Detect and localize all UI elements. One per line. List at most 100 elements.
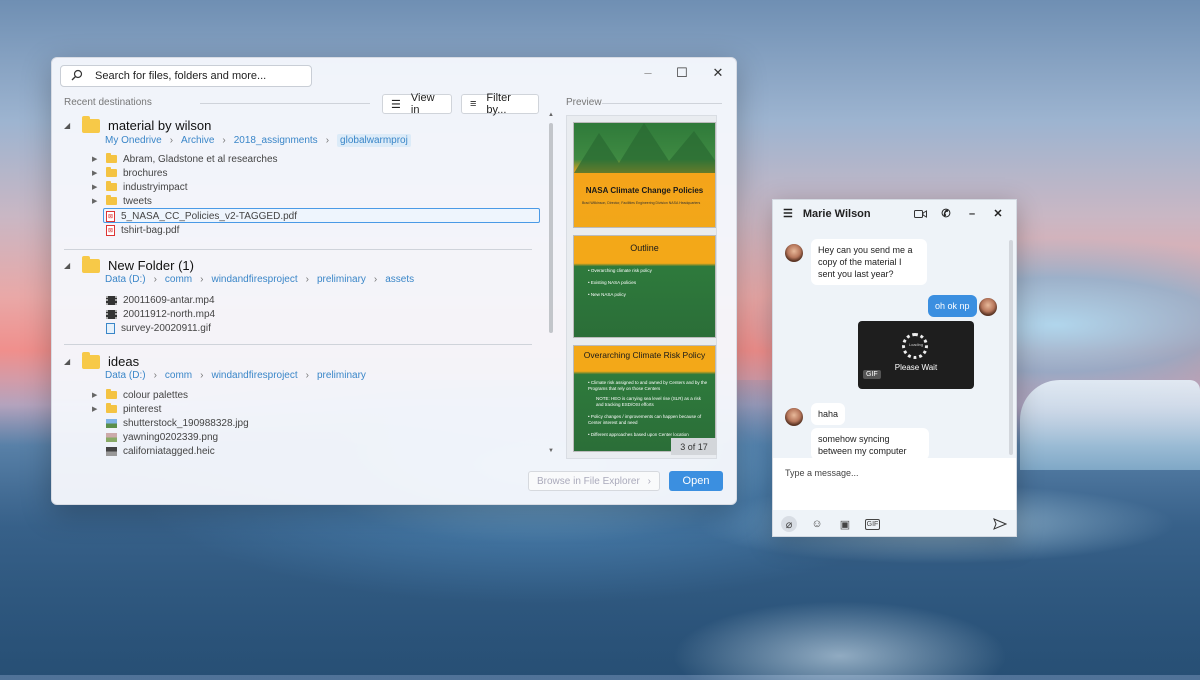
crumb[interactable]: windandfiresproject bbox=[211, 274, 297, 285]
minimize-icon[interactable]: – bbox=[964, 206, 980, 222]
video-call-icon[interactable] bbox=[912, 206, 928, 222]
folder-icon bbox=[82, 351, 100, 369]
scroll-down-icon[interactable]: ▼ bbox=[548, 448, 554, 454]
slide-title: NASA Climate Change Policies bbox=[585, 186, 704, 195]
folder-icon bbox=[82, 255, 100, 273]
group-new-folder[interactable]: ◢ New Folder (1) bbox=[64, 255, 194, 273]
group-material-by-wilson[interactable]: ◢ material by wilson bbox=[64, 115, 211, 133]
slide-bullet: • Policy changes / improvements can happ… bbox=[588, 414, 702, 425]
crumb[interactable]: My Onedrive bbox=[105, 135, 162, 146]
expand-icon[interactable]: ▶ bbox=[92, 155, 100, 163]
list-item[interactable]: californiatagged.heic bbox=[106, 444, 215, 458]
pdf-icon: ⊠ bbox=[106, 224, 115, 236]
attach-icon[interactable]: ⌀ bbox=[781, 516, 797, 532]
message-bubble: somehow syncing between my computer and … bbox=[811, 428, 929, 458]
expand-icon[interactable]: ▶ bbox=[92, 169, 100, 177]
list-item[interactable]: ⊠ 5_NASA_CC_Policies_v2-TAGGED.pdf bbox=[106, 209, 297, 223]
phone-icon[interactable]: ✆ bbox=[938, 206, 954, 222]
list-item[interactable]: 20011912-north.mp4 bbox=[106, 307, 215, 321]
list-item[interactable]: ▶ industryimpact bbox=[92, 180, 187, 194]
list-item[interactable]: ▶ pinterest bbox=[92, 402, 161, 416]
gif-message[interactable]: Loading Please Wait GIF bbox=[858, 321, 974, 389]
message-input[interactable]: Type a message... bbox=[773, 458, 1016, 510]
send-icon[interactable] bbox=[992, 516, 1008, 532]
list-item[interactable]: yawning0202339.png bbox=[106, 430, 218, 444]
expand-icon[interactable]: ▶ bbox=[92, 197, 100, 205]
background-ice-shelf bbox=[1020, 380, 1200, 470]
list-item[interactable]: 20011609-antar.mp4 bbox=[106, 293, 215, 307]
file-picker-window: Search for files, folders and more... – … bbox=[51, 57, 737, 505]
message-bubble: Hey can you send me a copy of the materi… bbox=[811, 239, 927, 285]
list-item[interactable]: shutterstock_190988328.jpg bbox=[106, 416, 249, 430]
preview-pane: NASA Climate Change Policies Brad Wilkin… bbox=[566, 115, 717, 459]
divider bbox=[64, 344, 532, 345]
crumb[interactable]: 2018_assignments bbox=[234, 135, 318, 146]
emoji-icon[interactable]: ☺ bbox=[809, 516, 825, 532]
list-item[interactable]: ▶ Abram, Gladstone et al researches bbox=[92, 152, 278, 166]
message-bubble-mine: oh ok np bbox=[928, 295, 977, 317]
crumb[interactable]: globalwarmproj bbox=[337, 134, 411, 147]
slide-title: Outline bbox=[630, 243, 659, 253]
folder-icon bbox=[106, 153, 117, 163]
chat-window: ☰ Marie Wilson ✆ – ✕ Hey can you send me… bbox=[772, 199, 1017, 537]
crumb[interactable]: comm bbox=[165, 370, 192, 381]
scrollbar[interactable]: ▲ ▼ bbox=[548, 112, 554, 454]
close-icon[interactable]: ✕ bbox=[990, 206, 1006, 222]
collapse-icon[interactable]: ◢ bbox=[64, 261, 74, 270]
search-input[interactable]: Search for files, folders and more... bbox=[95, 70, 266, 82]
group-ideas[interactable]: ◢ ideas bbox=[64, 351, 139, 369]
maximize-icon[interactable]: ☐ bbox=[672, 66, 692, 80]
scroll-up-icon[interactable]: ▲ bbox=[548, 112, 554, 118]
chat-scrollbar[interactable] bbox=[1009, 240, 1013, 455]
expand-icon[interactable]: ▶ bbox=[92, 405, 100, 413]
crumb[interactable]: comm bbox=[165, 274, 192, 285]
sticker-icon[interactable]: ▣ bbox=[837, 516, 853, 532]
chat-header: ☰ Marie Wilson ✆ – ✕ bbox=[773, 200, 1016, 227]
chat-toolbar: ⌀ ☺ ▣ GIF bbox=[773, 512, 1016, 536]
close-icon[interactable]: ✕ bbox=[708, 66, 728, 80]
chevron-right-icon: › bbox=[647, 475, 651, 487]
list-item[interactable]: ▶ colour palettes bbox=[92, 388, 188, 402]
crumb[interactable]: Archive bbox=[181, 135, 214, 146]
expand-icon[interactable]: ▶ bbox=[92, 183, 100, 191]
slide-thumbnail-2[interactable]: Outline • Overarching climate risk polic… bbox=[573, 235, 716, 338]
filter-button[interactable]: ≡ Filter by... bbox=[461, 92, 539, 116]
list-item[interactable]: ▶ brochures bbox=[92, 166, 167, 180]
crumb[interactable]: preliminary bbox=[317, 274, 366, 285]
mountain-graphic bbox=[574, 123, 715, 173]
crumb[interactable]: Data (D:) bbox=[105, 274, 146, 285]
divider bbox=[200, 103, 370, 104]
open-button[interactable]: Open bbox=[669, 471, 723, 491]
message-bubble: haha bbox=[811, 403, 846, 425]
list-item[interactable]: ▶ tweets bbox=[92, 194, 152, 208]
slide-bullet: • Existing NASA policies bbox=[588, 280, 637, 285]
collapse-icon[interactable]: ◢ bbox=[64, 357, 74, 366]
browse-file-explorer-button[interactable]: Browse in File Explorer › bbox=[528, 471, 660, 491]
avatar bbox=[785, 408, 803, 426]
breadcrumb: Data (D:) › comm › windandfiresproject › pr… bbox=[105, 274, 415, 285]
crumb[interactable]: assets bbox=[385, 274, 414, 285]
filter-icon: ≡ bbox=[470, 98, 477, 110]
slide-bullet: • Climate risk assigned to and owned by … bbox=[588, 380, 708, 391]
image-file-icon bbox=[106, 446, 117, 456]
collapse-icon[interactable]: ◢ bbox=[64, 121, 74, 130]
view-in-button[interactable]: ☰ View in bbox=[382, 92, 452, 116]
expand-icon[interactable]: ▶ bbox=[92, 391, 100, 399]
gif-button[interactable]: GIF bbox=[865, 518, 880, 530]
search-box[interactable]: Search for files, folders and more... bbox=[60, 65, 312, 87]
scrollbar-thumb[interactable] bbox=[549, 123, 553, 333]
slide-thumbnail-3[interactable]: Overarching Climate Risk Policy • Climat… bbox=[573, 345, 716, 452]
list-item[interactable]: survey-20020911.gif bbox=[106, 321, 211, 335]
slide-thumbnail-1[interactable]: NASA Climate Change Policies Brad Wilkin… bbox=[573, 122, 716, 228]
slide-title: Overarching Climate Risk Policy bbox=[583, 350, 706, 360]
video-icon bbox=[106, 295, 117, 305]
list-item[interactable]: ⊠ tshirt-bag.pdf bbox=[106, 223, 179, 237]
crumb[interactable]: preliminary bbox=[317, 370, 366, 381]
gif-file-icon bbox=[106, 322, 115, 334]
minimize-icon[interactable]: – bbox=[638, 66, 658, 80]
video-icon bbox=[106, 309, 117, 319]
recent-destinations-label: Recent destinations bbox=[64, 97, 152, 108]
menu-icon[interactable]: ☰ bbox=[783, 207, 793, 220]
crumb[interactable]: Data (D:) bbox=[105, 370, 146, 381]
crumb[interactable]: windandfiresproject bbox=[211, 370, 297, 381]
